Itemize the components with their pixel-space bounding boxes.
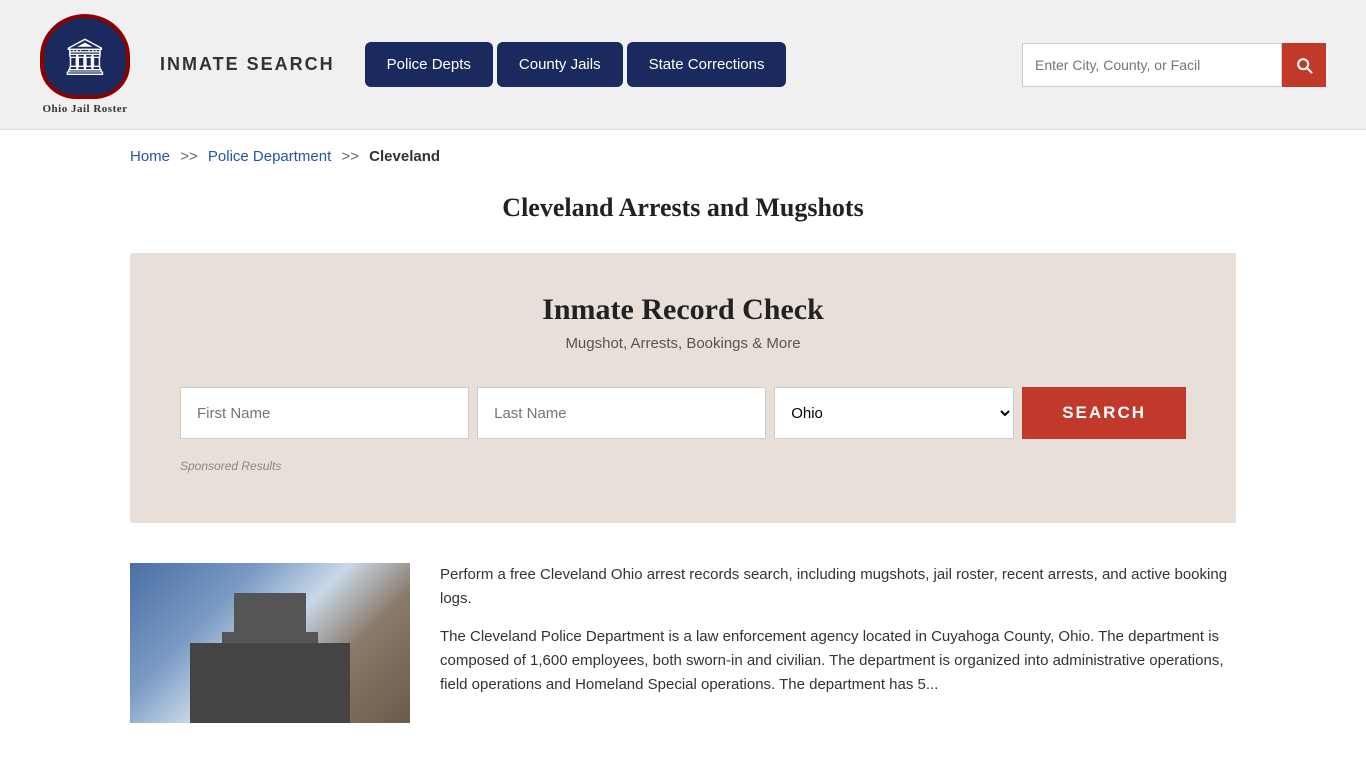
content-text: Perform a free Cleveland Ohio arrest rec… bbox=[440, 563, 1236, 723]
building-icon: 🏛 bbox=[62, 39, 108, 75]
first-name-input[interactable] bbox=[180, 387, 469, 439]
main-nav: Police Depts County Jails State Correcti… bbox=[365, 42, 787, 87]
logo-icon: 🏛 bbox=[40, 14, 130, 99]
search-icon bbox=[1294, 55, 1314, 75]
content-image bbox=[130, 563, 410, 723]
record-check-box: Inmate Record Check Mugshot, Arrests, Bo… bbox=[130, 253, 1236, 523]
header-search-button[interactable] bbox=[1282, 43, 1326, 87]
logo-text: Ohio Jail Roster bbox=[43, 103, 128, 115]
header-search bbox=[1022, 43, 1326, 87]
breadcrumb-sep2: >> bbox=[341, 148, 359, 165]
content-section: Perform a free Cleveland Ohio arrest rec… bbox=[130, 563, 1236, 723]
last-name-input[interactable] bbox=[477, 387, 766, 439]
site-header: 🏛 Ohio Jail Roster INMATE SEARCH Police … bbox=[0, 0, 1366, 130]
state-select[interactable]: Ohio bbox=[774, 387, 1014, 439]
breadcrumb-home[interactable]: Home bbox=[130, 148, 170, 165]
content-paragraph-1: Perform a free Cleveland Ohio arrest rec… bbox=[440, 563, 1236, 611]
nav-police-depts[interactable]: Police Depts bbox=[365, 42, 493, 87]
inmate-search-button[interactable]: SEARCH bbox=[1022, 387, 1186, 439]
breadcrumb-sep1: >> bbox=[180, 148, 198, 165]
sponsored-label: Sponsored Results bbox=[180, 459, 1186, 473]
content-paragraph-2: The Cleveland Police Department is a law… bbox=[440, 625, 1236, 697]
nav-county-jails[interactable]: County Jails bbox=[497, 42, 623, 87]
record-check-subtitle: Mugshot, Arrests, Bookings & More bbox=[180, 335, 1186, 352]
nav-state-corrections[interactable]: State Corrections bbox=[627, 42, 787, 87]
logo-area: 🏛 Ohio Jail Roster bbox=[40, 14, 130, 115]
breadcrumb-police-dept[interactable]: Police Department bbox=[208, 148, 331, 165]
site-title: INMATE SEARCH bbox=[160, 54, 335, 75]
breadcrumb: Home >> Police Department >> Cleveland bbox=[0, 130, 1366, 183]
breadcrumb-current: Cleveland bbox=[369, 148, 440, 165]
page-title-area: Cleveland Arrests and Mugshots bbox=[0, 183, 1366, 253]
inmate-search-form: Ohio SEARCH bbox=[180, 387, 1186, 439]
record-check-heading: Inmate Record Check bbox=[180, 293, 1186, 327]
header-search-input[interactable] bbox=[1022, 43, 1282, 87]
page-title: Cleveland Arrests and Mugshots bbox=[0, 193, 1366, 223]
